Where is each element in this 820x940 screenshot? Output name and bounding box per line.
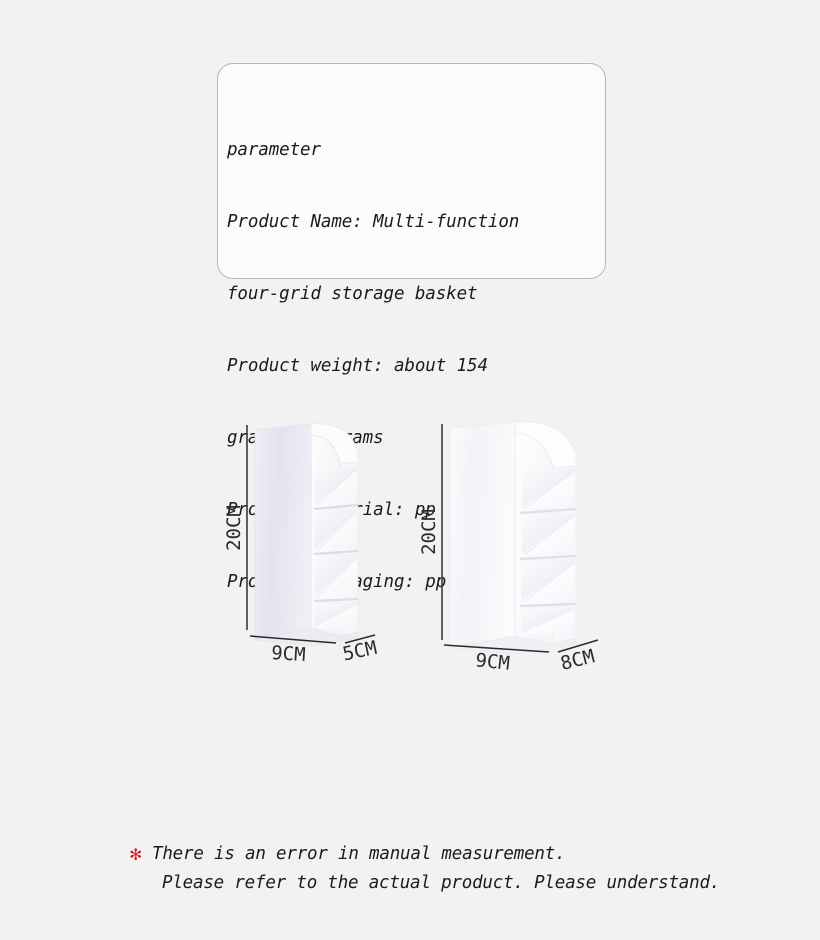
narrow-compartment-4	[315, 602, 357, 630]
footer-line-1: There is an error in manual measurement.	[152, 844, 566, 864]
narrow-width-label: 9CM	[271, 642, 307, 666]
product-figure-wide: 20CM 9CM 8CM	[412, 400, 632, 680]
footer-disclaimer: ✻ There is an error in manual measuremen…	[130, 840, 810, 898]
parameter-line-weight-1: Product weight: about 154	[227, 356, 488, 376]
wide-width-label: 9CM	[474, 649, 510, 674]
parameter-line-title: parameter	[227, 140, 321, 160]
parameter-line-name-2: four-grid storage basket	[227, 284, 478, 304]
parameter-card: parameter Product Name: Multi-function f…	[217, 63, 606, 592]
parameter-line-name-1: Product Name: Multi-function	[227, 212, 520, 232]
wide-compartment-4	[522, 607, 575, 636]
footer-line-2: Please refer to the actual product. Plea…	[162, 873, 721, 893]
footer-disclaimer-lines: There is an error in manual measurement.…	[152, 840, 810, 898]
product-figure-narrow: 20CM 9CM 5CM	[212, 400, 432, 680]
wide-side-panel	[449, 421, 516, 649]
product-illustration-group: 20CM 9CM 5CM 20CM 9CM 8CM	[0, 400, 820, 680]
narrow-height-label: 20CM	[223, 505, 245, 551]
wide-height-label: 20CM	[418, 509, 440, 555]
narrow-side-panel	[254, 423, 312, 641]
product-narrow-drawing: 20CM 9CM 5CM	[223, 423, 379, 666]
narrow-depth-label: 5CM	[341, 637, 379, 666]
product-detail-page: parameter Product Name: Multi-function f…	[0, 0, 820, 940]
asterisk-icon: ✻	[130, 843, 142, 865]
product-wide-drawing: 20CM 9CM 8CM	[418, 421, 599, 675]
